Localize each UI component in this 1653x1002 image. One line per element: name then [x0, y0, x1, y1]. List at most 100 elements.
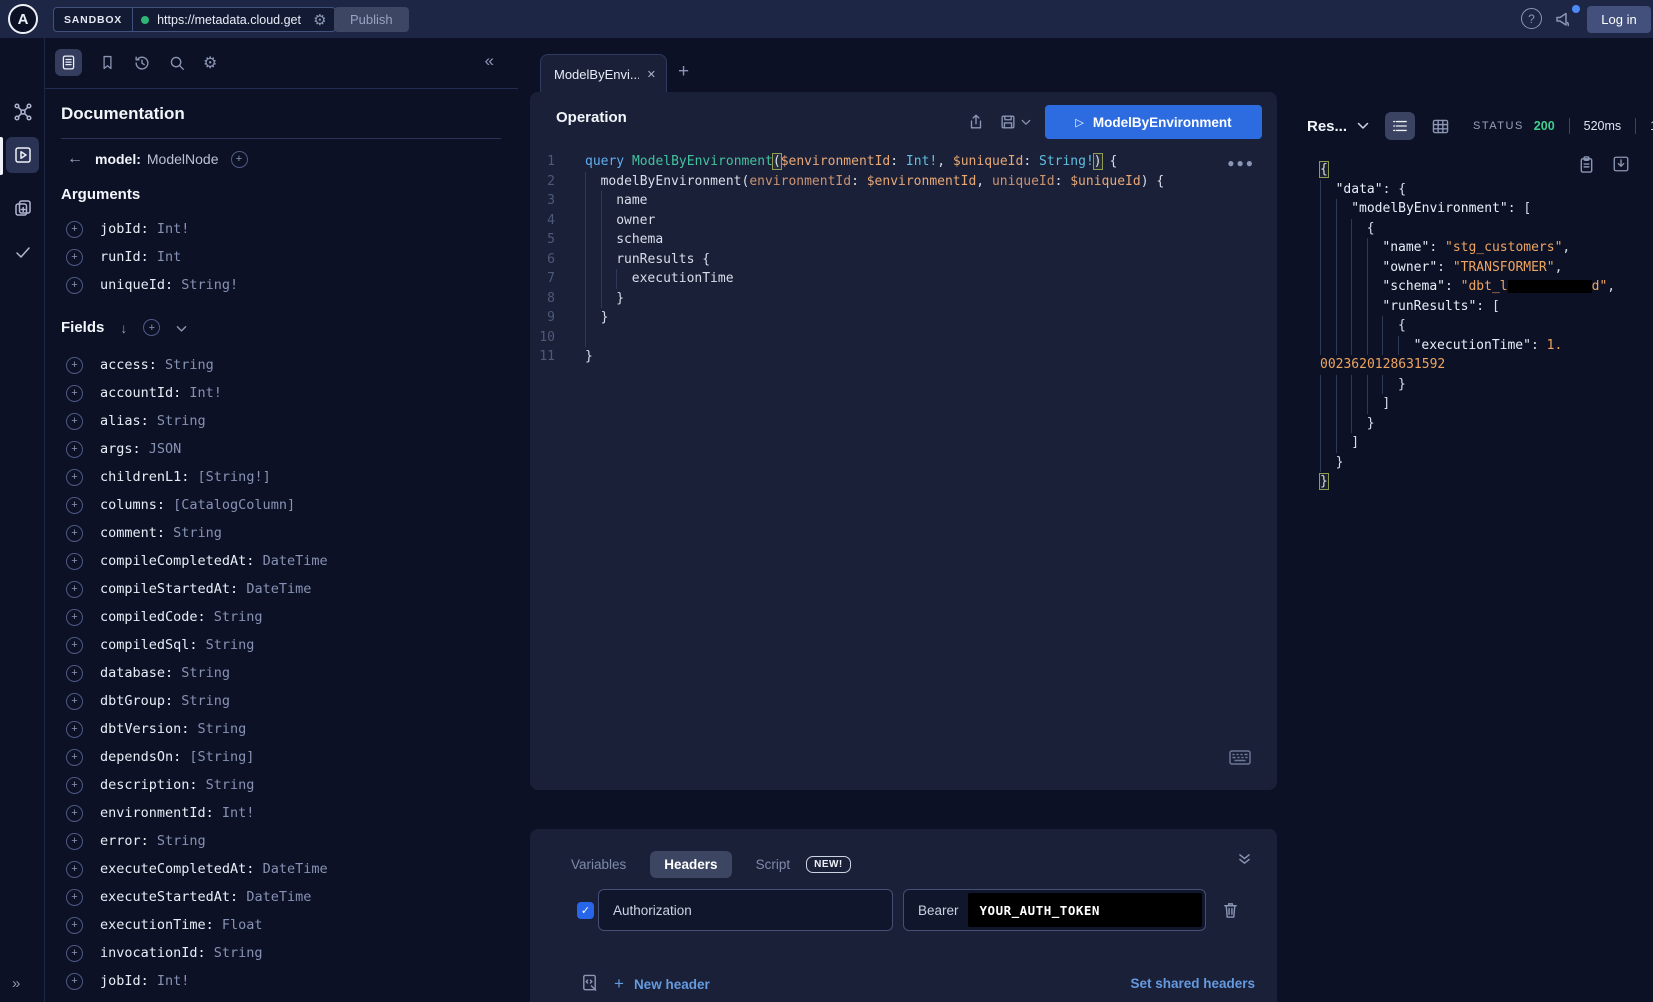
endpoint-url[interactable]: https://metadata.cloud.get [157, 13, 309, 27]
add-field-icon[interactable]: + [66, 777, 83, 794]
field-signature[interactable]: alias: String [100, 413, 206, 429]
tab-headers[interactable]: Headers [650, 851, 731, 878]
schema-field-row[interactable]: + childrenL1: [String!] [45, 463, 518, 491]
delete-header-icon[interactable] [1222, 901, 1239, 919]
history-icon[interactable] [133, 54, 151, 72]
login-button[interactable]: Log in [1587, 6, 1651, 33]
search-icon[interactable] [168, 54, 186, 72]
collapse-docs-icon[interactable]: « [485, 51, 494, 71]
field-signature[interactable]: dbtGroup: String [100, 693, 230, 709]
add-field-icon[interactable]: + [66, 553, 83, 570]
bookmarks-icon[interactable] [99, 54, 116, 71]
schema-field-row[interactable]: + dbtGroup: String [45, 687, 518, 715]
field-signature[interactable]: runId: Int [100, 249, 181, 265]
add-field-icon[interactable]: + [66, 249, 83, 266]
add-field-icon[interactable]: + [66, 385, 83, 402]
endpoint-url-field[interactable]: https://metadata.cloud.get ⚙ [133, 8, 334, 31]
add-field-icon[interactable]: + [66, 637, 83, 654]
field-signature[interactable]: dbtVersion: String [100, 721, 246, 737]
schema-field-row[interactable]: +executeCompletedAt: DateTime [45, 855, 518, 883]
schema-field-row[interactable]: +comment: String [45, 519, 518, 547]
announcements-icon[interactable] [1554, 9, 1574, 29]
keyboard-shortcuts-icon[interactable] [1229, 750, 1251, 765]
field-signature[interactable]: compileStartedAt: DateTime [100, 581, 311, 597]
add-field-icon[interactable]: + [66, 917, 83, 934]
nav-checks-icon[interactable] [6, 234, 39, 270]
add-field-icon[interactable]: + [66, 665, 83, 682]
settings-gear-icon[interactable]: ⚙ [203, 53, 217, 73]
docs-tab-icon[interactable] [55, 49, 82, 76]
add-field-icon[interactable]: + [66, 525, 83, 542]
add-field-icon[interactable]: + [66, 357, 83, 374]
env-file-icon[interactable] [580, 973, 599, 993]
field-signature[interactable]: database: String [100, 665, 230, 681]
schema-field-row[interactable]: + jobId: Int! [45, 967, 518, 995]
nav-operations-icon[interactable] [6, 190, 39, 226]
add-field-icon[interactable]: + [66, 441, 83, 458]
schema-field-row[interactable]: + compileStartedAt: DateTime [45, 575, 518, 603]
field-signature[interactable]: childrenL1: [String!] [100, 469, 271, 485]
auth-token-value[interactable]: YOUR_AUTH_TOKEN [968, 893, 1202, 927]
schema-field-row[interactable]: + error: String [45, 827, 518, 855]
publish-button[interactable]: Publish [334, 7, 409, 32]
add-field-icon[interactable]: + [66, 749, 83, 766]
add-all-fields-icon[interactable]: + [143, 319, 160, 336]
apollo-logo[interactable]: A [8, 4, 38, 34]
back-arrow-icon[interactable]: ← [67, 150, 83, 168]
new-tab-icon[interactable]: + [678, 61, 689, 83]
editor-more-menu-icon[interactable]: ●●● [1227, 156, 1255, 170]
add-field-icon[interactable]: + [66, 581, 83, 598]
add-type-icon[interactable]: + [231, 151, 248, 168]
schema-field-row[interactable]: + access: String [45, 351, 518, 379]
schema-field-row[interactable]: + compiledSql: String [45, 631, 518, 659]
collapse-request-panel-icon[interactable] [1238, 853, 1251, 865]
query-editor[interactable]: 1query ModelByEnvironment($environmentId… [530, 152, 1277, 367]
schema-field-row[interactable]: + accountId: Int! [45, 379, 518, 407]
schema-field-row[interactable]: +environmentId: Int! [45, 799, 518, 827]
schema-field-row[interactable]: +description: String [45, 771, 518, 799]
add-field-icon[interactable]: + [66, 221, 83, 238]
add-field-icon[interactable]: + [66, 945, 83, 962]
response-body[interactable]: {"data": {"modelByEnvironment": [{"name"… [1320, 160, 1615, 492]
field-signature[interactable]: invocationId: String [100, 945, 263, 961]
field-signature[interactable]: jobId: Int! [100, 221, 189, 237]
field-signature[interactable]: compiledSql: String [100, 637, 254, 653]
field-signature[interactable]: executionTime: Float [100, 917, 263, 933]
add-field-icon[interactable]: + [66, 833, 83, 850]
add-field-icon[interactable]: + [66, 469, 83, 486]
run-operation-button[interactable]: ▷ ModelByEnvironment [1045, 105, 1262, 139]
field-signature[interactable]: args: JSON [100, 441, 181, 457]
tab-script[interactable]: Script [756, 857, 791, 872]
endpoint-settings-gear-icon[interactable]: ⚙ [313, 11, 326, 29]
schema-field-row[interactable]: +uniqueId: String! [45, 271, 518, 299]
field-signature[interactable]: access: String [100, 357, 214, 373]
field-signature[interactable]: accountId: Int! [100, 385, 222, 401]
add-field-icon[interactable]: + [66, 721, 83, 738]
schema-field-row[interactable]: + invocationId: String [45, 939, 518, 967]
field-signature[interactable]: uniqueId: String! [100, 277, 238, 293]
field-signature[interactable]: columns: [CatalogColumn] [100, 497, 295, 513]
set-shared-headers-link[interactable]: Set shared headers [1130, 976, 1255, 991]
schema-field-row[interactable]: + dbtVersion: String [45, 715, 518, 743]
new-header-button[interactable]: + New header [614, 974, 710, 994]
add-field-icon[interactable]: + [66, 973, 83, 990]
add-field-icon[interactable]: + [66, 413, 83, 430]
close-tab-icon[interactable]: ✕ [647, 68, 656, 81]
schema-field-row[interactable]: + executionTime: Float [45, 911, 518, 939]
add-field-icon[interactable]: + [66, 861, 83, 878]
breadcrumb-type[interactable]: ModelNode [147, 151, 219, 167]
add-field-icon[interactable]: + [66, 693, 83, 710]
help-icon[interactable]: ? [1521, 8, 1542, 29]
field-signature[interactable]: compileCompletedAt: DateTime [100, 553, 328, 569]
tab-variables[interactable]: Variables [571, 857, 626, 872]
add-field-icon[interactable]: + [66, 889, 83, 906]
add-field-icon[interactable]: + [66, 609, 83, 626]
response-dropdown-chevron-icon[interactable] [1357, 122, 1369, 130]
field-signature[interactable]: error: String [100, 833, 206, 849]
schema-field-row[interactable]: + compileCompletedAt: DateTime [45, 547, 518, 575]
field-signature[interactable]: jobId: Int! [100, 973, 189, 989]
nav-explorer-icon[interactable] [6, 137, 39, 173]
save-operation-control[interactable] [999, 113, 1031, 131]
add-field-icon[interactable]: + [66, 805, 83, 822]
add-field-icon[interactable]: + [66, 497, 83, 514]
